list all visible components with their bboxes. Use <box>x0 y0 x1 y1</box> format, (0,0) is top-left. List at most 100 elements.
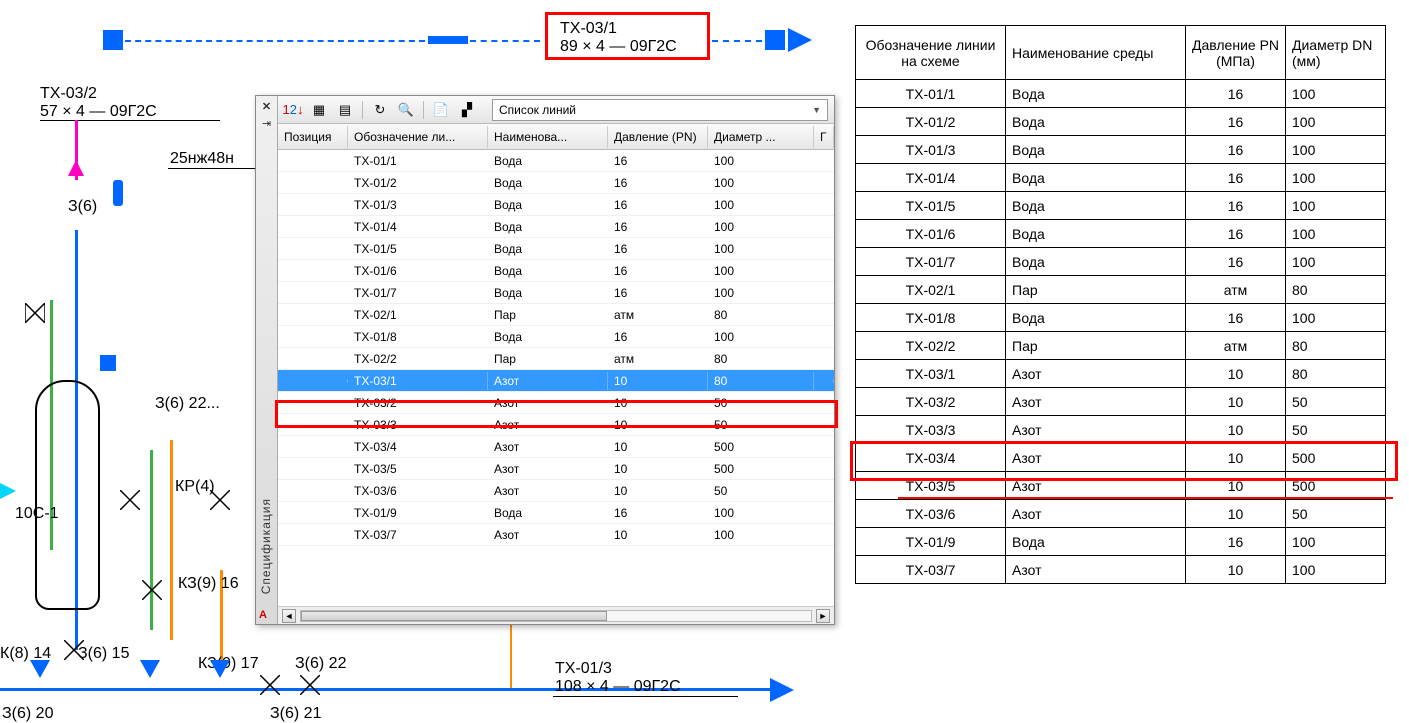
doc-cell-medium: Азот <box>1006 416 1186 444</box>
grid-row[interactable]: ТХ-01/3Вода16100 <box>278 194 834 216</box>
panel-vertical-tab[interactable]: Спецификация <box>259 498 273 594</box>
pipe-label: 108 × 4 — 09Г2С <box>555 678 681 696</box>
grid-row[interactable]: ТХ-03/7Азот10100 <box>278 524 834 546</box>
cell-medium: Вода <box>488 240 608 258</box>
col-header-extra[interactable]: Г <box>814 126 834 148</box>
flow-arrow-icon <box>770 678 794 702</box>
refresh-icon[interactable]: ↻ <box>371 101 389 119</box>
cell-pressure: 10 <box>608 416 708 434</box>
cell-medium: Азот <box>488 482 608 500</box>
col-header-pressure[interactable]: Давление (PN) <box>608 126 708 148</box>
doc-cell-pressure: 16 <box>1186 192 1286 220</box>
doc-cell-pressure: 16 <box>1186 80 1286 108</box>
cell-extra <box>814 467 834 471</box>
doc-cell-pressure: 10 <box>1186 388 1286 416</box>
cell-position <box>278 445 348 449</box>
scroll-track[interactable] <box>300 610 812 622</box>
doc-cell-diameter: 50 <box>1286 416 1386 444</box>
cell-pressure: атм <box>608 306 708 324</box>
grid-row[interactable]: ТХ-01/2Вода16100 <box>278 172 834 194</box>
grid-row[interactable]: ТХ-03/3Азот1050 <box>278 414 834 436</box>
valve-icon <box>300 675 320 698</box>
checklist-icon[interactable]: ▦ <box>310 101 328 119</box>
col-header-medium[interactable]: Наименова... <box>488 126 608 148</box>
grid-row[interactable]: ТХ-02/2Паратм80 <box>278 348 834 370</box>
col-header-position[interactable]: Позиция <box>278 126 348 148</box>
doc-cell-designation: ТХ-03/7 <box>856 556 1006 584</box>
cell-pressure: 10 <box>608 460 708 478</box>
valve-tag: З(6) 15 <box>78 645 129 663</box>
cell-position <box>278 357 348 361</box>
horizontal-scrollbar[interactable]: ◄ ► <box>278 606 834 624</box>
grid-row[interactable]: ТХ-03/6Азот1050 <box>278 480 834 502</box>
dashed-pipe <box>470 40 540 42</box>
doc-cell-diameter: 80 <box>1286 360 1386 388</box>
doc-cell-designation: ТХ-01/8 <box>856 304 1006 332</box>
doc-cell-pressure: 16 <box>1186 248 1286 276</box>
cell-pressure: 16 <box>608 504 708 522</box>
cell-diameter: 80 <box>708 306 814 324</box>
cell-designation: ТХ-02/1 <box>348 306 488 324</box>
chart-icon[interactable]: ▞ <box>458 101 476 119</box>
col-header-designation[interactable]: Обозначение ли... <box>348 126 488 148</box>
grid-body[interactable]: ТХ-01/1Вода16100ТХ-01/2Вода16100ТХ-01/3В… <box>278 150 834 606</box>
col-header-diameter[interactable]: Диаметр ... <box>708 126 814 148</box>
doc-row: ТХ-03/3Азот1050 <box>856 416 1386 444</box>
cell-designation: ТХ-03/7 <box>348 526 488 544</box>
doc-cell-medium: Азот <box>1006 388 1186 416</box>
scroll-right-icon[interactable]: ► <box>816 609 830 623</box>
doc-cell-medium: Пар <box>1006 332 1186 360</box>
cell-medium: Азот <box>488 526 608 544</box>
grid-row[interactable]: ТХ-03/5Азот10500 <box>278 458 834 480</box>
sort-icon[interactable]: 12↓ <box>284 101 302 119</box>
grid-row[interactable]: ТХ-03/2Азот1050 <box>278 392 834 414</box>
grid-row[interactable]: ТХ-01/1Вода16100 <box>278 150 834 172</box>
lines-combo[interactable]: Список линий ▼ <box>492 99 828 121</box>
doc-cell-designation: ТХ-01/3 <box>856 136 1006 164</box>
grid-row[interactable]: ТХ-03/1Азот1080 <box>278 370 834 392</box>
grid-row[interactable]: ТХ-03/4Азот10500 <box>278 436 834 458</box>
combo-label: Список линий <box>499 103 576 117</box>
grid-row[interactable]: ТХ-01/6Вода16100 <box>278 260 834 282</box>
cell-position <box>278 489 348 493</box>
doc-header-row: Обозначение линии на схеме Наименование … <box>856 26 1386 80</box>
grid-row[interactable]: ТХ-01/8Вода16100 <box>278 326 834 348</box>
cell-medium: Вода <box>488 152 608 170</box>
cell-position <box>278 225 348 229</box>
doc-cell-medium: Азот <box>1006 500 1186 528</box>
grid-row[interactable]: ТХ-01/9Вода16100 <box>278 502 834 524</box>
cell-diameter: 80 <box>708 350 814 368</box>
doc-row: ТХ-03/4Азот10500 <box>856 444 1386 472</box>
cell-pressure: 16 <box>608 328 708 346</box>
cell-diameter: 100 <box>708 218 814 236</box>
cell-designation: ТХ-03/3 <box>348 416 488 434</box>
pin-icon[interactable]: ⇥ <box>262 117 271 130</box>
grid-row[interactable]: ТХ-01/5Вода16100 <box>278 238 834 260</box>
doc-col-designation: Обозначение линии на схеме <box>856 26 1006 80</box>
grid-row[interactable]: ТХ-02/1Паратм80 <box>278 304 834 326</box>
pipe-label: 25нж48н <box>170 150 234 168</box>
dashed-pipe <box>712 40 762 42</box>
scroll-thumb[interactable] <box>301 611 607 621</box>
close-icon[interactable]: ✕ <box>262 100 271 113</box>
doc-cell-designation: ТХ-03/3 <box>856 416 1006 444</box>
cell-medium: Вода <box>488 284 608 302</box>
cell-designation: ТХ-01/9 <box>348 504 488 522</box>
valve-tag: З(6) 22... <box>155 395 220 413</box>
doc-cell-medium: Вода <box>1006 248 1186 276</box>
cell-position <box>278 401 348 405</box>
search-icon[interactable]: 🔍 <box>397 101 415 119</box>
scroll-left-icon[interactable]: ◄ <box>282 609 296 623</box>
grid-icon[interactable]: ▤ <box>336 101 354 119</box>
grid-row[interactable]: ТХ-01/4Вода16100 <box>278 216 834 238</box>
cell-position <box>278 291 348 295</box>
specification-panel[interactable]: ✕ ⇥ Спецификация A 12↓ ▦ ▤ ↻ 🔍 📄 ▞ Списо… <box>255 95 835 625</box>
cell-designation: ТХ-03/5 <box>348 460 488 478</box>
panel-toolbar: 12↓ ▦ ▤ ↻ 🔍 📄 ▞ Список линий ▼ <box>278 96 834 124</box>
note-icon[interactable]: 📄 <box>432 101 450 119</box>
doc-cell-medium: Вода <box>1006 80 1186 108</box>
doc-cell-designation: ТХ-01/1 <box>856 80 1006 108</box>
drain-icon <box>30 660 50 678</box>
cell-designation: ТХ-03/6 <box>348 482 488 500</box>
grid-row[interactable]: ТХ-01/7Вода16100 <box>278 282 834 304</box>
